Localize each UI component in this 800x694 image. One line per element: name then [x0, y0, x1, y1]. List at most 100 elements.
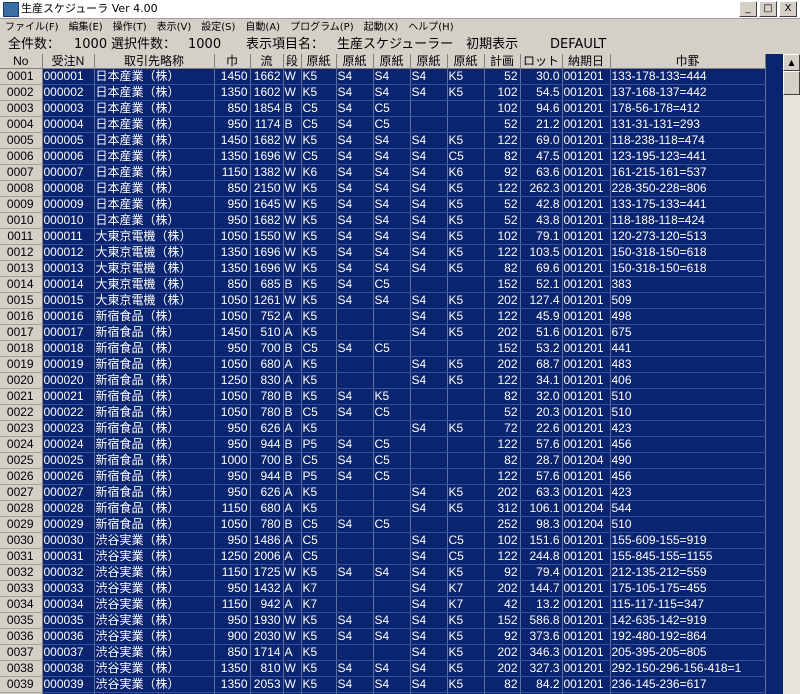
paper-2-cell[interactable]: S4 [336, 68, 374, 85]
table-row[interactable]: 0039 000039 渋谷実業（株） 1350 2053 W K5 S4 S4 S4 K5 82 84… [0, 676, 766, 693]
paper-1-cell[interactable]: C5 [301, 404, 337, 421]
order-no-cell[interactable]: 000035 [42, 612, 95, 629]
order-no-cell[interactable]: 000002 [42, 84, 95, 101]
paper-5-cell[interactable]: K5 [447, 484, 485, 501]
paper-5-cell[interactable]: K6 [447, 164, 485, 181]
flow-cell[interactable]: 1645 [250, 196, 284, 213]
table-row[interactable]: 0014 000014 大東京電機（株） 850 685 B K5 S4 C5 152 52.1 00… [0, 276, 766, 293]
table-row[interactable]: 0006 000006 日本産業（株） 1350 1696 W C5 S4 S4 S4 C5 82 47… [0, 148, 766, 165]
width-cell[interactable]: 1250 [214, 548, 251, 565]
row-no-cell[interactable]: 0014 [0, 276, 43, 293]
header-paper-4[interactable]: 原紙 [410, 54, 448, 69]
customer-cell[interactable]: 新宿食品（株） [94, 340, 215, 357]
paper-4-cell[interactable]: S4 [410, 532, 448, 549]
width-cell[interactable]: 1050 [214, 308, 251, 325]
paper-1-cell[interactable]: K5 [301, 180, 337, 197]
plan-cell[interactable]: 82 [484, 676, 521, 693]
flow-cell[interactable]: 680 [250, 356, 284, 373]
customer-cell[interactable]: 新宿食品（株） [94, 324, 215, 341]
flow-cell[interactable]: 780 [250, 516, 284, 533]
customer-cell[interactable]: 大東京電機（株） [94, 244, 215, 261]
paper-3-cell[interactable]: C5 [373, 340, 411, 357]
width-cell[interactable]: 950 [214, 212, 251, 229]
width-cell[interactable]: 1150 [214, 596, 251, 613]
paper-3-cell[interactable]: C5 [373, 452, 411, 469]
paper-3-cell[interactable] [373, 644, 411, 661]
lot-cell[interactable]: 51.6 [520, 324, 563, 341]
paper-1-cell[interactable]: K5 [301, 420, 337, 437]
paper-4-cell[interactable]: S4 [410, 500, 448, 517]
width-cell[interactable]: 1350 [214, 660, 251, 677]
stage-cell[interactable]: A [283, 580, 302, 597]
customer-cell[interactable]: 新宿食品（株） [94, 452, 215, 469]
table-row[interactable]: 0022 000022 新宿食品（株） 1050 780 B C5 S4 C5 52 20.3 001… [0, 404, 766, 421]
paper-2-cell[interactable]: S4 [336, 196, 374, 213]
paper-5-cell[interactable]: K7 [447, 580, 485, 597]
lot-cell[interactable]: 127.4 [520, 292, 563, 309]
row-no-cell[interactable]: 0001 [0, 68, 43, 85]
scoring-cell[interactable]: 236-145-236=617 [610, 676, 766, 693]
lot-cell[interactable]: 94.6 [520, 100, 563, 117]
table-row[interactable]: 0004 000004 日本産業（株） 950 1174 B C5 S4 C5 52 21.2 001… [0, 116, 766, 133]
paper-3-cell[interactable] [373, 356, 411, 373]
flow-cell[interactable]: 1930 [250, 612, 284, 629]
paper-5-cell[interactable] [447, 388, 485, 405]
width-cell[interactable]: 1150 [214, 164, 251, 181]
header-width[interactable]: 巾 [214, 54, 251, 69]
row-no-cell[interactable]: 0010 [0, 212, 43, 229]
customer-cell[interactable]: 渋谷実業（株） [94, 564, 215, 581]
paper-2-cell[interactable]: S4 [336, 436, 374, 453]
minimize-button[interactable]: _ [739, 1, 757, 17]
flow-cell[interactable]: 680 [250, 500, 284, 517]
scoring-cell[interactable]: 133-178-133=444 [610, 68, 766, 85]
paper-1-cell[interactable]: K5 [301, 276, 337, 293]
plan-cell[interactable]: 122 [484, 132, 521, 149]
stage-cell[interactable]: A [283, 532, 302, 549]
stage-cell[interactable]: W [283, 132, 302, 149]
paper-3-cell[interactable]: C5 [373, 116, 411, 133]
width-cell[interactable]: 850 [214, 180, 251, 197]
paper-5-cell[interactable]: K5 [447, 84, 485, 101]
lot-cell[interactable]: 32.0 [520, 388, 563, 405]
paper-2-cell[interactable] [336, 324, 374, 341]
width-cell[interactable]: 950 [214, 532, 251, 549]
table-row[interactable]: 0034 000034 渋谷実業（株） 1150 942 A K7 S4 K7 42 13.2 001… [0, 596, 766, 613]
order-no-cell[interactable]: 000039 [42, 676, 95, 693]
stage-cell[interactable]: B [283, 340, 302, 357]
scoring-cell[interactable]: 120-273-120=513 [610, 228, 766, 245]
paper-4-cell[interactable]: S4 [410, 244, 448, 261]
stage-cell[interactable]: A [283, 548, 302, 565]
table-row[interactable]: 0005 000005 日本産業（株） 1450 1682 W K5 S4 S4 S4 K5 122 6… [0, 132, 766, 149]
paper-2-cell[interactable] [336, 308, 374, 325]
due-date-cell[interactable]: 001204 [562, 516, 611, 533]
table-row[interactable]: 0009 000009 日本産業（株） 950 1645 W K5 S4 S4 S4 K5 52 42.… [0, 196, 766, 213]
width-cell[interactable]: 1050 [214, 228, 251, 245]
paper-4-cell[interactable]: S4 [410, 164, 448, 181]
paper-4-cell[interactable]: S4 [410, 228, 448, 245]
paper-3-cell[interactable]: S4 [373, 132, 411, 149]
plan-cell[interactable]: 92 [484, 164, 521, 181]
scoring-cell[interactable]: 150-318-150=618 [610, 260, 766, 277]
paper-4-cell[interactable] [410, 100, 448, 117]
flow-cell[interactable]: 780 [250, 388, 284, 405]
paper-1-cell[interactable]: K5 [301, 564, 337, 581]
row-no-cell[interactable]: 0025 [0, 452, 43, 469]
plan-cell[interactable]: 82 [484, 148, 521, 165]
paper-3-cell[interactable]: S4 [373, 164, 411, 181]
width-cell[interactable]: 950 [214, 484, 251, 501]
flow-cell[interactable]: 1696 [250, 260, 284, 277]
paper-5-cell[interactable]: C5 [447, 532, 485, 549]
width-cell[interactable]: 1050 [214, 356, 251, 373]
scoring-cell[interactable]: 383 [610, 276, 766, 293]
paper-2-cell[interactable]: S4 [336, 276, 374, 293]
flow-cell[interactable]: 1714 [250, 644, 284, 661]
due-date-cell[interactable]: 001201 [562, 356, 611, 373]
stage-cell[interactable]: A [283, 308, 302, 325]
paper-1-cell[interactable]: K5 [301, 260, 337, 277]
order-no-cell[interactable]: 000027 [42, 484, 95, 501]
flow-cell[interactable]: 2053 [250, 676, 284, 693]
due-date-cell[interactable]: 001204 [562, 452, 611, 469]
plan-cell[interactable]: 102 [484, 100, 521, 117]
width-cell[interactable]: 1350 [214, 84, 251, 101]
paper-4-cell[interactable]: S4 [410, 612, 448, 629]
